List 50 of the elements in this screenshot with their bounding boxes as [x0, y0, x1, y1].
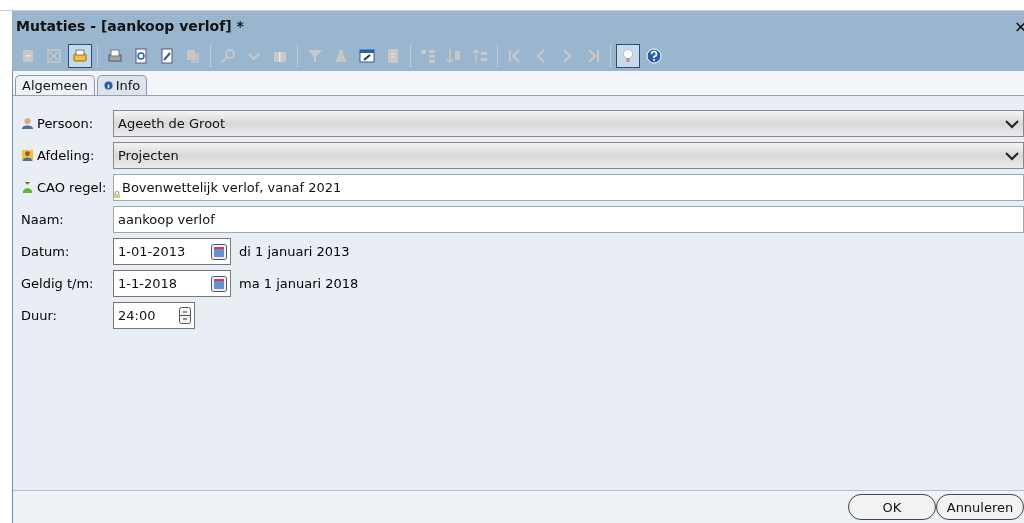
cross-icon — [46, 48, 62, 64]
field-label: Datum: — [21, 244, 70, 259]
document-icon — [385, 48, 401, 64]
calendar-icon[interactable] — [211, 243, 227, 260]
printer-icon — [107, 48, 123, 64]
input-field[interactable]: aankoop verlof — [113, 206, 1024, 233]
lightbulb-icon — [620, 48, 636, 64]
dropdown[interactable]: Projecten — [113, 142, 1024, 169]
search-icon — [220, 48, 236, 64]
spinner-icon[interactable] — [179, 307, 191, 324]
date-description: ma 1 januari 2018 — [239, 276, 359, 291]
field-label: CAO regel: — [37, 180, 107, 195]
date-field[interactable]: 1-1-2018 — [113, 270, 231, 297]
sort-up-icon — [472, 48, 488, 64]
first-icon — [507, 48, 523, 64]
date-field[interactable]: 1-01-2013 — [113, 238, 231, 265]
field-label: Persoon: — [37, 116, 94, 131]
tab[interactable]: Algemeen — [15, 75, 95, 95]
person-icon — [21, 117, 34, 130]
filter-icon — [307, 48, 323, 64]
time-field[interactable]: 24:00 — [113, 302, 195, 329]
help-icon — [646, 48, 662, 64]
last-icon — [585, 48, 601, 64]
field-label: Afdeling: — [37, 148, 95, 163]
field-label: Geldig t/m: — [21, 276, 94, 291]
field-label: Duur: — [21, 308, 57, 323]
window-icon — [359, 48, 375, 64]
dropdown[interactable]: Ageeth de Groot — [113, 110, 1024, 137]
flask-icon — [333, 48, 349, 64]
chevron-down-icon — [1005, 150, 1019, 161]
toolbar-button[interactable] — [68, 44, 92, 68]
sort-down-icon — [446, 48, 462, 64]
info-icon — [103, 81, 113, 90]
field-label: Naam: — [21, 212, 64, 227]
magnifier-icon — [133, 48, 149, 64]
input-field[interactable]: Bovenwettelijk verlof, vanaf 2021 — [113, 174, 1024, 201]
copy-icon — [185, 48, 201, 64]
ok-button[interactable]: OK — [848, 494, 936, 520]
cancel-button[interactable]: Annuleren — [936, 494, 1024, 520]
lock-icon — [114, 191, 120, 198]
pencil-icon — [159, 48, 175, 64]
printer-icon — [72, 48, 88, 64]
date-description: di 1 januari 2013 — [239, 244, 350, 259]
toolbar-button[interactable] — [616, 44, 640, 68]
tab[interactable]: Info — [96, 75, 148, 95]
chevron-down-icon — [1005, 118, 1019, 129]
calendar-icon[interactable] — [211, 275, 227, 292]
window-title: Mutaties - [aankoop verlof] * — [16, 18, 244, 34]
people-icon — [21, 149, 34, 162]
tree-icon — [420, 48, 436, 64]
